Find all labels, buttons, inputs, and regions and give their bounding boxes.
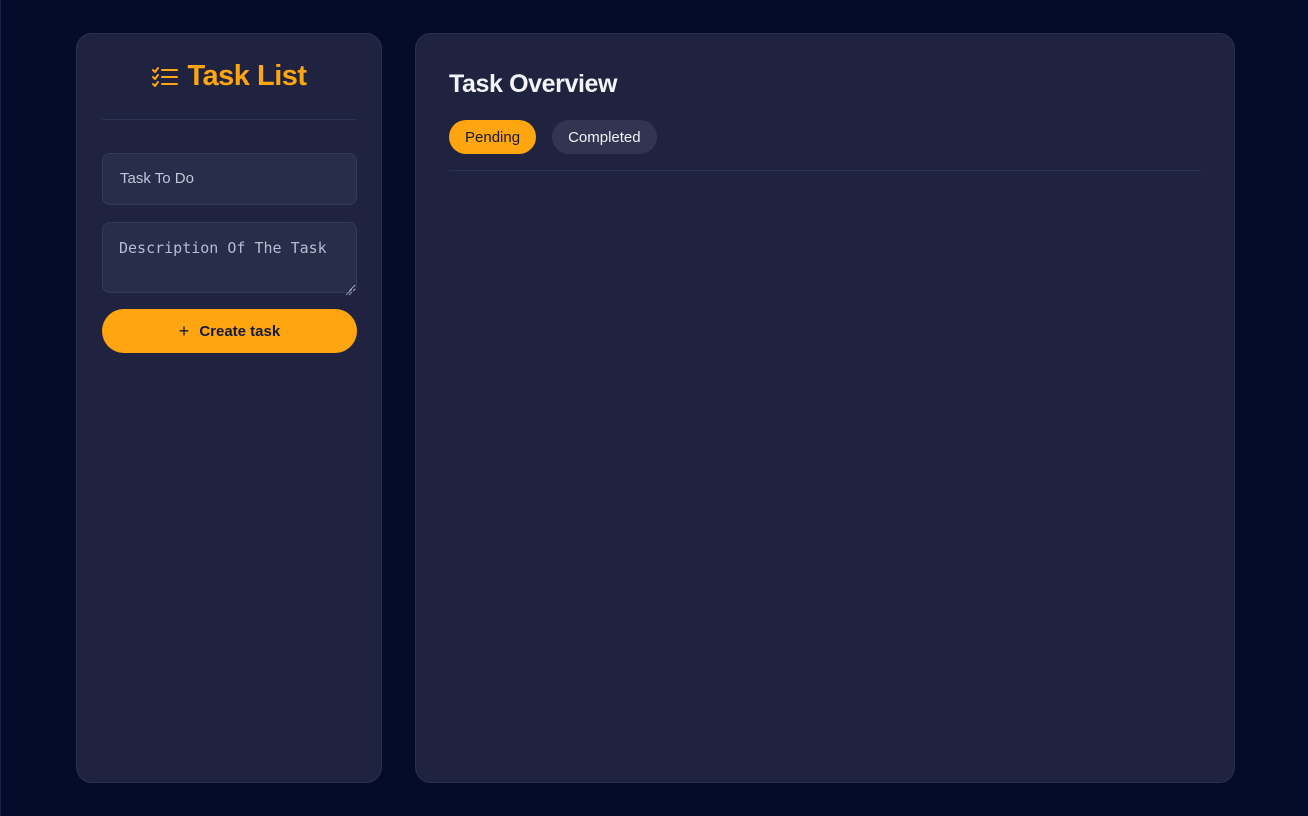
create-task-label: Create task bbox=[199, 322, 281, 340]
task-status-tabs: Pending Completed bbox=[449, 120, 657, 154]
tab-completed[interactable]: Completed bbox=[552, 120, 657, 154]
checklist-icon bbox=[151, 66, 179, 88]
app-page: Task List + Create task Task Overview Pe… bbox=[0, 0, 1308, 816]
tabs-divider bbox=[449, 170, 1201, 171]
plus-icon: + bbox=[178, 321, 190, 341]
task-description-textarea[interactable] bbox=[102, 222, 357, 293]
tab-pending[interactable]: Pending bbox=[449, 120, 537, 154]
create-task-button[interactable]: + Create task bbox=[102, 309, 357, 353]
task-title-input[interactable] bbox=[102, 153, 357, 205]
app-title: Task List bbox=[187, 60, 307, 92]
sidebar-panel: Task List + Create task bbox=[76, 33, 382, 783]
task-overview-panel: Task Overview Pending Completed bbox=[415, 33, 1235, 783]
page-title: Task Overview bbox=[449, 70, 618, 98]
brand-header: Task List bbox=[102, 34, 356, 120]
